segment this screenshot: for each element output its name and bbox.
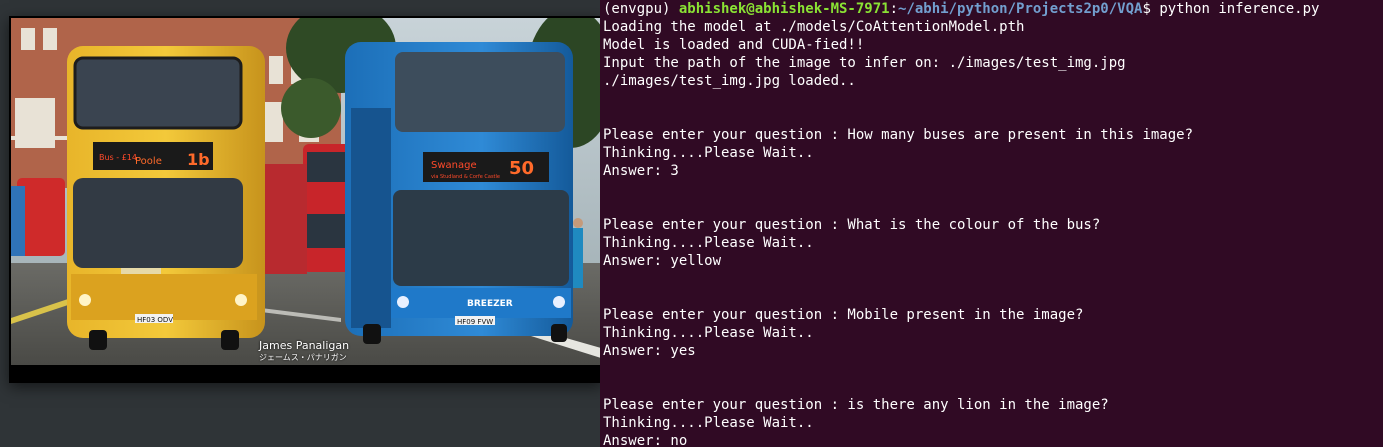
terminal-output: Loading the model at ./models/CoAttentio… xyxy=(603,18,1383,447)
terminal-line: Please enter your question : What is the… xyxy=(603,217,1101,233)
svg-text:HF03 ODV: HF03 ODV xyxy=(137,316,173,324)
image-viewer-window[interactable]: Bus - £14 Poole 1b HF03 ODV Swanage via … xyxy=(9,16,603,383)
prompt-path: ~/abhi/python/Projects2p0/VQA xyxy=(898,1,1143,17)
terminal-line: Model is loaded and CUDA-fied!! xyxy=(603,37,865,53)
terminal-line: Answer: yes xyxy=(603,343,696,359)
command-text: python inference.py xyxy=(1159,1,1320,17)
terminal-line: Please enter your question : is there an… xyxy=(603,397,1109,413)
terminal-line: Answer: no xyxy=(603,433,688,447)
bus-photo: Bus - £14 Poole 1b HF03 ODV Swanage via … xyxy=(11,18,601,365)
prompt-env: (envgpu) xyxy=(603,1,679,17)
svg-text:via Studland & Corfe Castle: via Studland & Corfe Castle xyxy=(431,174,500,180)
terminal-line: ./images/test_img.jpg loaded.. xyxy=(603,73,856,89)
terminal-line: Answer: yellow xyxy=(603,253,722,269)
svg-text:50: 50 xyxy=(509,158,534,179)
terminal-line: Thinking....Please Wait.. xyxy=(603,235,814,251)
svg-text:Swanage: Swanage xyxy=(431,160,477,171)
svg-text:Bus - £14: Bus - £14 xyxy=(99,153,137,162)
svg-text:1b: 1b xyxy=(187,150,210,169)
terminal-line: Loading the model at ./models/CoAttentio… xyxy=(603,19,1025,35)
prompt-separator: : xyxy=(889,1,899,17)
terminal-line: Thinking....Please Wait.. xyxy=(603,325,814,341)
svg-text:HF09 FVW: HF09 FVW xyxy=(457,318,493,326)
prompt-line: (envgpu) abhishek@abhishek-MS-7971:~/abh… xyxy=(603,0,1383,18)
prompt-user: abhishek@abhishek-MS-7971 xyxy=(678,1,890,17)
terminal-line: Thinking....Please Wait.. xyxy=(603,145,814,161)
svg-text:BREEZER: BREEZER xyxy=(467,299,513,309)
terminal-window[interactable]: (envgpu) abhishek@abhishek-MS-7971:~/abh… xyxy=(600,0,1383,447)
terminal-line: Thinking....Please Wait.. xyxy=(603,415,814,431)
terminal-line: Please enter your question : Mobile pres… xyxy=(603,307,1084,323)
prompt-end: $ xyxy=(1142,1,1160,17)
terminal-line: Answer: 3 xyxy=(603,163,679,179)
photo-credit: James Panaligan ジェームス・パナリガン xyxy=(259,339,350,363)
svg-text:Poole: Poole xyxy=(135,156,162,167)
terminal-line: Please enter your question : How many bu… xyxy=(603,127,1194,143)
terminal-line: Input the path of the image to infer on:… xyxy=(603,55,1126,71)
